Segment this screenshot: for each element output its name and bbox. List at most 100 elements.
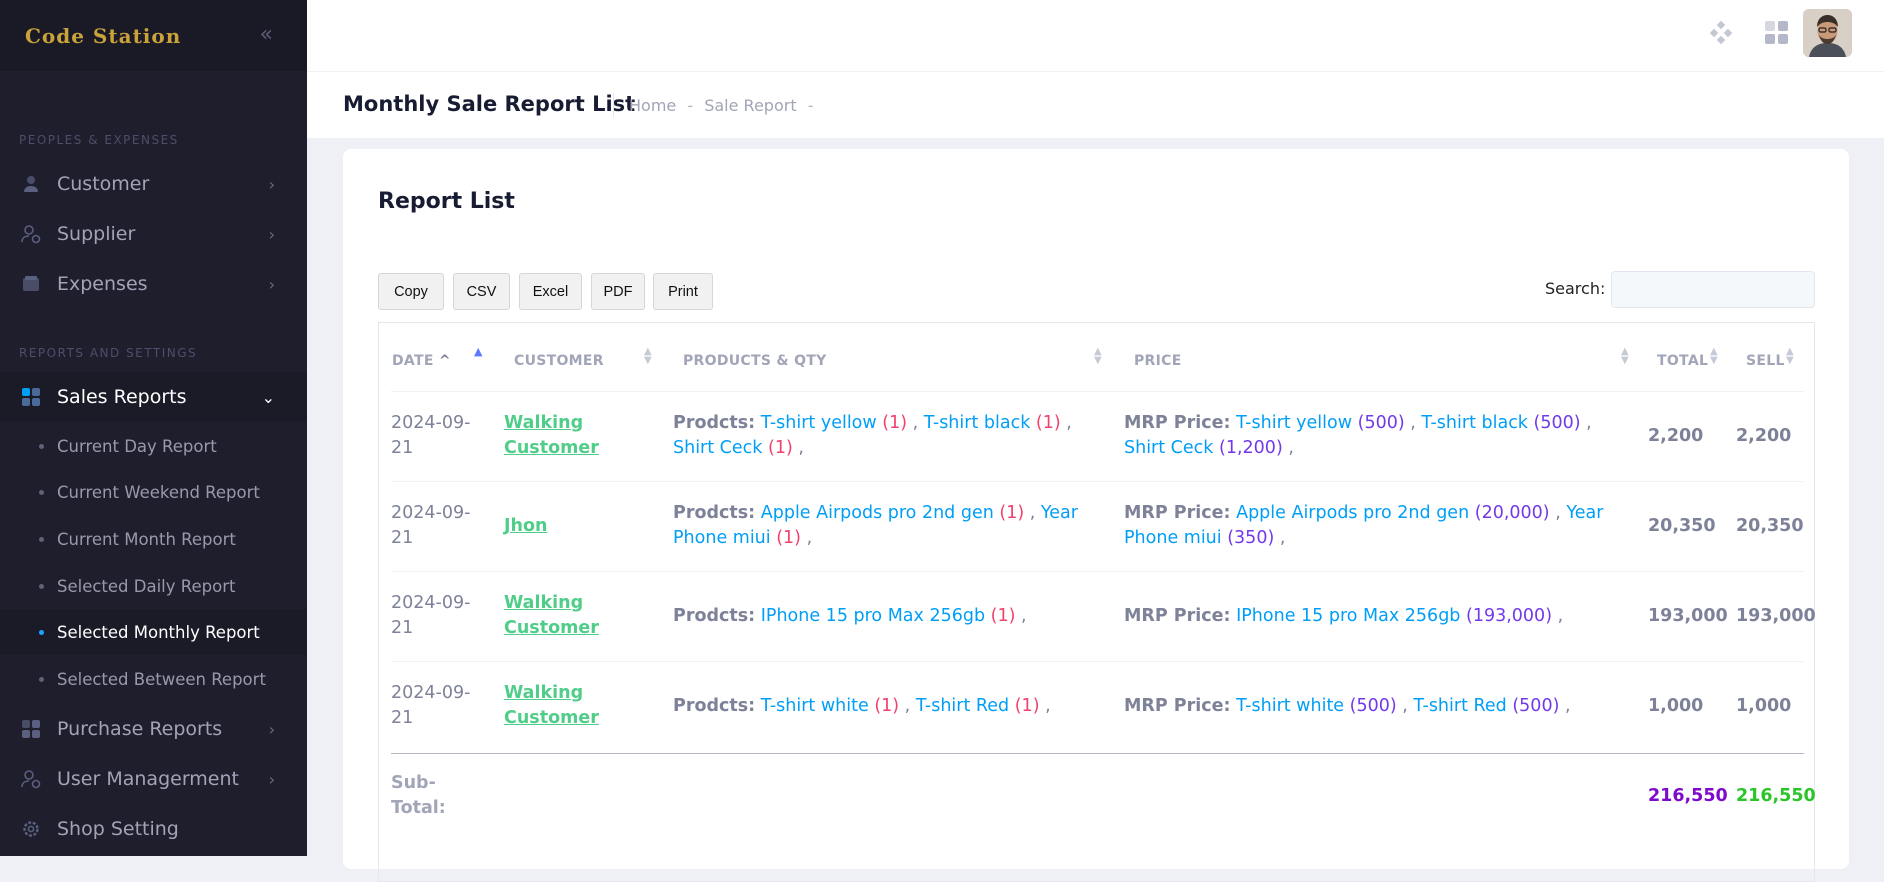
sidebar-subitem-current-weekend[interactable]: Current Weekend Report bbox=[0, 469, 307, 515]
date-cell: 2024-09- 21 bbox=[391, 503, 471, 548]
top-header bbox=[307, 0, 1884, 71]
date-cell: 2024-09- 21 bbox=[391, 593, 471, 638]
price-cell: MRP Price: T-shirt yellow (500) , T-shir… bbox=[1124, 413, 1592, 458]
date-cell: 2024-09- 21 bbox=[391, 683, 471, 728]
sidebar-subitem-label: Current Month Report bbox=[57, 529, 236, 549]
products-cell: Prodcts: IPhone 15 pro Max 256gb (1) , bbox=[673, 606, 1027, 626]
price-cell: MRP Price: Apple Airpods pro 2nd gen (20… bbox=[1124, 503, 1604, 548]
diamond-grid-icon[interactable] bbox=[1709, 20, 1733, 49]
bullet-icon bbox=[39, 443, 44, 449]
chevron-down-icon: ⌄ bbox=[261, 387, 275, 407]
user-gear-icon bbox=[20, 768, 42, 790]
bullet-icon bbox=[39, 629, 44, 635]
breadcrumb-sale-report[interactable]: Sale Report bbox=[704, 96, 796, 115]
sidebar-item-label: Shop Setting bbox=[57, 818, 179, 840]
grid-icon bbox=[20, 386, 42, 408]
sidebar-subitem-label: Selected Monthly Report bbox=[57, 622, 260, 642]
wallet-icon bbox=[20, 273, 42, 295]
sidebar-subitem-selected-daily[interactable]: Selected Daily Report bbox=[0, 563, 307, 609]
sidebar-item-expenses[interactable]: Expenses › bbox=[0, 259, 307, 309]
total-cell: 1,000 bbox=[1648, 696, 1704, 716]
column-header-customer[interactable]: CUSTOMER bbox=[514, 353, 604, 369]
sell-cell: 1,000 bbox=[1736, 696, 1792, 716]
bullet-icon bbox=[39, 536, 44, 542]
sidebar-subitem-current-day[interactable]: Current Day Report bbox=[0, 423, 307, 469]
breadcrumb-separator: - bbox=[687, 96, 694, 115]
customer-link[interactable]: Walking Customer bbox=[504, 591, 599, 641]
column-header-price[interactable]: PRICE bbox=[1134, 353, 1182, 369]
bullet-icon bbox=[39, 583, 44, 589]
chevron-right-icon: › bbox=[268, 769, 275, 789]
sidebar-item-label: Customer bbox=[57, 173, 150, 195]
sidebar-subitem-selected-between[interactable]: Selected Between Report bbox=[0, 656, 307, 702]
price-cell: MRP Price: T-shirt white (500) , T-shirt… bbox=[1124, 696, 1571, 716]
sidebar-subitem-label: Selected Between Report bbox=[57, 669, 266, 689]
pdf-button[interactable]: PDF bbox=[591, 273, 645, 310]
sort-asc-icon: ^ bbox=[438, 353, 451, 369]
sell-cell: 2,200 bbox=[1736, 426, 1792, 446]
bullet-icon bbox=[39, 676, 44, 682]
csv-button[interactable]: CSV bbox=[453, 273, 510, 310]
chevron-right-icon: › bbox=[268, 719, 275, 739]
sidebar-item-user-management[interactable]: User Managerment › bbox=[0, 754, 307, 804]
section-heading-peoples: PEOPLES & EXPENSES bbox=[19, 133, 179, 147]
sidebar-subitem-label: Current Weekend Report bbox=[57, 482, 260, 502]
sort-icon: ▲ ▼ bbox=[1786, 346, 1794, 366]
report-card: Report List Copy CSV Excel PDF Print Sea… bbox=[343, 149, 1849, 882]
sort-icon: ▲ ▼ bbox=[1621, 346, 1629, 366]
sidebar-item-supplier[interactable]: Supplier › bbox=[0, 209, 307, 259]
print-button[interactable]: Print bbox=[653, 273, 713, 310]
sort-icon: ▲ ▼ bbox=[644, 346, 652, 366]
total-cell: 2,200 bbox=[1648, 426, 1704, 446]
sidebar-item-purchase-reports[interactable]: Purchase Reports › bbox=[0, 704, 307, 754]
search-input[interactable] bbox=[1611, 271, 1815, 308]
chevron-right-icon: › bbox=[268, 224, 275, 244]
sidebar-subitem-selected-monthly[interactable]: Selected Monthly Report bbox=[0, 609, 307, 655]
sidebar-subitem-label: Selected Daily Report bbox=[57, 576, 236, 596]
breadcrumb: Home - Sale Report - bbox=[629, 96, 813, 115]
sidebar-item-shop-setting[interactable]: Shop Setting bbox=[0, 804, 307, 854]
sidebar-item-label: User Managerment bbox=[57, 768, 239, 790]
bullet-icon bbox=[39, 489, 44, 495]
column-header-products[interactable]: PRODUCTS & QTY bbox=[683, 353, 827, 369]
title-divider bbox=[613, 93, 614, 117]
customer-link[interactable]: Walking Customer bbox=[504, 411, 599, 461]
page-toolbar: Monthly Sale Report List Home - Sale Rep… bbox=[307, 71, 1884, 138]
excel-button[interactable]: Excel bbox=[519, 273, 582, 310]
total-cell: 20,350 bbox=[1648, 516, 1716, 536]
chevron-right-icon: › bbox=[268, 274, 275, 294]
sell-cell: 20,350 bbox=[1736, 516, 1804, 536]
copy-button[interactable]: Copy bbox=[378, 273, 444, 310]
column-header-date[interactable]: DATE ^ bbox=[392, 353, 451, 369]
card-title: Report List bbox=[378, 189, 515, 214]
products-cell: Prodcts: T-shirt white (1) , T-shirt Red… bbox=[673, 696, 1051, 716]
sort-icon: ▲ ▼ bbox=[1710, 346, 1718, 366]
sidebar-subitem-label: Current Day Report bbox=[57, 436, 217, 456]
apps-icon[interactable] bbox=[1764, 20, 1790, 50]
chevron-right-icon: › bbox=[268, 174, 275, 194]
brand-bar: Code Station « bbox=[0, 0, 307, 71]
column-header-total[interactable]: TOTAL bbox=[1657, 353, 1708, 369]
user-gear-icon bbox=[20, 223, 42, 245]
total-cell: 193,000 bbox=[1648, 606, 1728, 626]
user-icon bbox=[20, 173, 42, 195]
header-label: DATE bbox=[392, 353, 434, 369]
grid-icon bbox=[20, 718, 42, 740]
brand-logo[interactable]: Code Station bbox=[25, 24, 181, 48]
customer-link[interactable]: Walking Customer bbox=[504, 681, 599, 731]
page-title: Monthly Sale Report List bbox=[343, 92, 636, 116]
sidebar-item-sales-reports[interactable]: Sales Reports ⌄ bbox=[0, 372, 307, 422]
sidebar-item-label: Sales Reports bbox=[57, 386, 187, 408]
price-cell: MRP Price: IPhone 15 pro Max 256gb (193,… bbox=[1124, 606, 1564, 626]
sidebar-item-label: Purchase Reports bbox=[57, 718, 223, 740]
products-cell: Prodcts: Apple Airpods pro 2nd gen (1) ,… bbox=[673, 503, 1078, 548]
customer-link[interactable]: Jhon bbox=[504, 514, 547, 539]
sidebar-item-customer[interactable]: Customer › bbox=[0, 159, 307, 209]
sidebar-subitem-current-month[interactable]: Current Month Report bbox=[0, 516, 307, 562]
column-header-sell[interactable]: SELL bbox=[1746, 353, 1785, 369]
collapse-sidebar-icon[interactable]: « bbox=[260, 22, 273, 47]
breadcrumb-home[interactable]: Home bbox=[629, 96, 676, 115]
avatar[interactable] bbox=[1803, 9, 1852, 57]
sort-active-icon: ▲ bbox=[474, 345, 483, 358]
row-divider bbox=[391, 391, 1804, 392]
